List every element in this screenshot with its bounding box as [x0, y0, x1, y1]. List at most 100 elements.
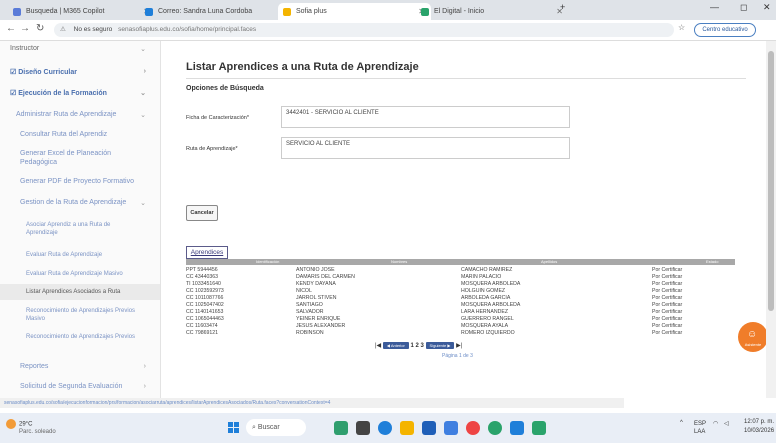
file-explorer-icon[interactable] [400, 421, 414, 435]
cell-id: CC 11603474 [186, 323, 218, 329]
clock[interactable]: 12:07 p. m. 10/03/2026 [744, 418, 774, 436]
sidebar-item-listar-aprendices[interactable]: Listar Aprendices Asociados a Ruta [0, 284, 160, 300]
cancel-button[interactable]: Cancelar [186, 205, 218, 221]
cell-apellidos: ARBOLEDA GARCIA [461, 295, 511, 301]
app-icon[interactable] [532, 421, 546, 435]
date: 10/03/2026 [744, 428, 775, 434]
edge-icon[interactable] [378, 421, 392, 435]
doc-icon: ☑ [10, 69, 19, 76]
table-row[interactable]: CC 11603474 JESUS ALEXANDER MOSQUERA AYA… [186, 323, 735, 330]
table-row[interactable]: TI 1033451640 KENDY DAYANA MOSQUERA ARBO… [186, 281, 735, 288]
chevron-up-icon[interactable]: ^ [680, 420, 683, 426]
table-row[interactable]: CC 43440363 DAMARIS DEL CARMEN MARIN PAL… [186, 274, 735, 281]
tab-aprendices[interactable]: Aprendices [186, 246, 228, 259]
outlook-icon[interactable] [510, 421, 524, 435]
tab-label: Sofia plus [296, 8, 327, 15]
doc-icon: ☑ [10, 90, 19, 97]
column-header: Apellidos [541, 259, 558, 264]
sidebar-item-label: Diseño Curricular [18, 69, 77, 76]
language-indicator[interactable]: ESP LAA [694, 420, 706, 436]
last-page-button[interactable]: ▶| [456, 343, 462, 349]
table-row[interactable]: CC 1011087766 JARROL STIVEN ARBOLEDA GAR… [186, 295, 735, 302]
cell-id: CC 1023592973 [186, 288, 224, 294]
cell-apellidos: GUERRERO RANGEL [461, 316, 514, 322]
table-row[interactable]: CC 1025047402 SANTIAGO MOSQUERA ARBOLEDA… [186, 302, 735, 309]
star-icon[interactable]: ☆ [678, 23, 685, 32]
app-icon[interactable] [444, 421, 458, 435]
close-window-icon[interactable]: ✕ [763, 2, 771, 13]
weather-widget[interactable]: 29°C Parc. soleado [6, 419, 56, 435]
app-icon[interactable] [356, 421, 370, 435]
speaker-icon[interactable]: ◁ [724, 420, 729, 427]
sidebar-item-asociar-aprendiz[interactable]: Asociar Aprendiz a una Ruta de Aprendiza… [26, 221, 140, 237]
maximize-icon[interactable]: ◻ [740, 2, 747, 13]
table-row[interactable]: CC 79869121 ROBINSON ROMERO IZQUIERDO Po… [186, 330, 735, 337]
store-icon[interactable] [422, 421, 436, 435]
cell-apellidos: MOSQUERA ARBOLEDA [461, 302, 521, 308]
new-tab-button[interactable]: + [560, 2, 565, 12]
app-icon[interactable] [334, 421, 348, 435]
page-scrollbar[interactable] [766, 41, 776, 398]
sidebar-item-segunda-evaluacion[interactable]: Solicitud de Segunda Evaluación › [20, 383, 160, 390]
cell-estado: Por Certificar [652, 302, 683, 308]
sidebar-item-reconocimiento[interactable]: Reconocimiento de Aprendizajes Previos [26, 333, 136, 341]
sidebar-top[interactable]: Instructor ⌄ [10, 45, 160, 53]
profile-button[interactable]: Centro educativo [694, 23, 756, 37]
address-bar[interactable]: ⚠ No es seguro senasofiaplus.edu.co/sofi… [54, 23, 674, 37]
cell-nombres: SALVADOR [296, 309, 324, 315]
sidebar-item-label: Gestion de la Ruta de Aprendizaje [20, 199, 127, 206]
pagination: |◀ ◀ Anterior 1 2 3 Siguiente ▶ ▶| [375, 342, 462, 351]
forward-icon[interactable]: → [20, 23, 30, 34]
taskbar-search[interactable]: ⌕ Buscar [246, 419, 306, 436]
cell-apellidos: CAMACHO RAMIREZ [461, 267, 513, 273]
browser-tab-1[interactable]: Busqueda | M365 Copilot ✕ [8, 3, 156, 20]
prev-page-button[interactable]: ◀ Anterior [382, 342, 409, 349]
chevron-right-icon: › [143, 383, 146, 390]
minimize-icon[interactable]: — [710, 2, 719, 12]
sidebar-item-consultar-ruta[interactable]: Consultar Ruta del Aprendiz [20, 131, 150, 138]
column-header: Identificación [256, 259, 280, 264]
chrome-icon[interactable] [466, 421, 480, 435]
page-numbers[interactable]: 1 2 3 [411, 343, 424, 349]
browser-tab-2[interactable]: Correo: Sandra Luna Cordoba ✕ [140, 3, 293, 20]
cell-estado: Por Certificar [652, 330, 683, 336]
browser-tab-3[interactable]: Sofia plus ✕ [278, 3, 431, 20]
wifi-icon[interactable]: ◠ [713, 420, 718, 427]
table-row[interactable]: CC 1023592973 NICOL HOLGUIN GOMEZ Por Ce… [186, 288, 735, 295]
sidebar-item-ejecucion[interactable]: ☑ Ejecución de la Formación ⌄ [10, 89, 160, 97]
sidebar-item-gestion-ruta[interactable]: Gestion de la Ruta de Aprendizaje ⌄ [20, 199, 160, 207]
chevron-down-icon: ⌄ [140, 200, 146, 207]
next-page-button[interactable]: Siguiente ▶ [425, 342, 455, 349]
ruta-field[interactable]: SERVICIO AL CLIENTE [281, 137, 570, 159]
windows-start-icon[interactable] [228, 422, 240, 434]
cell-nombres: KENDY DAYANA [296, 281, 336, 287]
sidebar-item-evaluar-ruta[interactable]: Evaluar Ruta de Aprendizaje [26, 251, 146, 259]
cell-estado: Por Certificar [652, 295, 683, 301]
lang-code: ESP [694, 421, 707, 427]
chatbot-label: Asistente [744, 342, 762, 347]
cell-apellidos: MARIN PALACIO [461, 274, 502, 280]
table-row[interactable]: CC 1140141653 SALVADOR LARA HERNANDEZ Po… [186, 309, 735, 316]
cell-nombres: DAMARIS DEL CARMEN [296, 274, 355, 280]
table-row[interactable]: PPT 5944456 ANTONIO JOSE CAMACHO RAMIREZ… [186, 267, 735, 274]
cell-id: TI 1033451640 [186, 281, 221, 287]
sidebar-item-generar-excel[interactable]: Generar Excel de Planeación Pedagógica [20, 149, 140, 167]
first-page-button[interactable]: |◀ [375, 343, 381, 349]
status-url: senasofiaplus.edu.co/sofia/ejecucionform… [0, 398, 624, 408]
sidebar-item-evaluar-ruta-masivo[interactable]: Evaluar Ruta de Aprendizaje Masivo [26, 270, 151, 278]
chrome-icon[interactable] [488, 421, 502, 435]
ficha-field[interactable]: 3442401 - SERVICIO AL CLIENTE [281, 106, 570, 128]
chevron-right-icon: › [143, 363, 146, 370]
sidebar-item-reportes[interactable]: Reportes › [20, 363, 160, 370]
table-row[interactable]: CC 1065044463 YEINER ENRIQUE GUERRERO RA… [186, 316, 735, 323]
sidebar-item-generar-pdf[interactable]: Generar PDF de Proyecto Formativo [20, 178, 160, 185]
scroll-thumb[interactable] [768, 51, 774, 311]
globe-icon [421, 8, 429, 16]
reload-icon[interactable]: ↻ [36, 23, 44, 34]
sidebar-item-diseno[interactable]: ☑ Diseño Curricular › [10, 68, 160, 76]
sidebar-item-administrar-ruta[interactable]: Administrar Ruta de Aprendizaje ⌄ [16, 111, 160, 119]
sidebar-item-reconocimiento-masivo[interactable]: Reconocimiento de Aprendizajes Previos M… [26, 307, 136, 323]
back-icon[interactable]: ← [6, 23, 16, 34]
browser-tab-4[interactable]: El Digital - Inicio ✕ [416, 3, 569, 20]
chatbot-button[interactable]: Asistente ☺ [738, 322, 768, 352]
